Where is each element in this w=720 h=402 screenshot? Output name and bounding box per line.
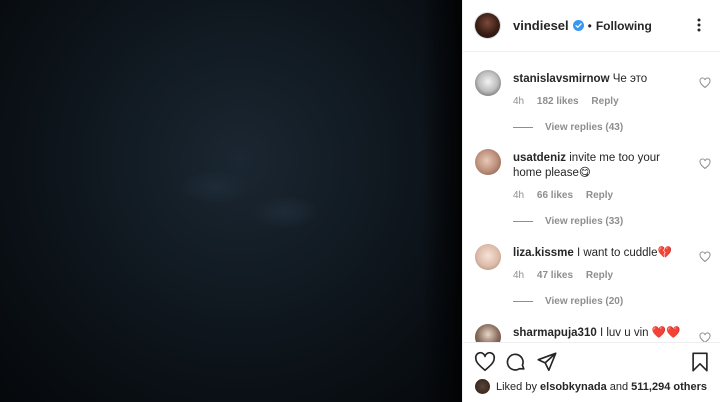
like-comment-heart-icon[interactable] — [699, 77, 711, 89]
post-image[interactable] — [0, 0, 462, 402]
reply-button[interactable]: Reply — [591, 96, 618, 107]
reply-button[interactable]: Reply — [586, 270, 613, 281]
commenter-avatar[interactable] — [475, 70, 501, 96]
author-username[interactable]: vindiesel — [513, 18, 569, 33]
comment-item: usatdeniz invite me too your home please… — [475, 149, 711, 229]
comment-text-block: usatdeniz invite me too your home please… — [513, 151, 683, 181]
comment-text-block: stanislavsmirnow Че это — [513, 72, 683, 87]
view-replies-button[interactable]: View replies (43) — [513, 122, 623, 133]
comment-likes[interactable]: 182 likes — [537, 96, 579, 107]
header-separator: • — [587, 18, 592, 33]
liker-avatar — [475, 379, 490, 394]
comment-item: stanislavsmirnow Че это 4h 182 likes Rep… — [475, 70, 711, 140]
comments-list[interactable]: stanislavsmirnow Че это 4h 182 likes Rep… — [463, 53, 720, 342]
comment-text: Че это — [612, 73, 648, 85]
like-comment-heart-icon[interactable] — [699, 251, 711, 263]
like-comment-heart-icon[interactable] — [699, 158, 711, 170]
likes-count[interactable]: 511,294 others — [631, 381, 707, 393]
commenter-avatar[interactable] — [475, 149, 501, 175]
image-shadow — [180, 170, 250, 204]
commenter-username[interactable]: usatdeniz — [513, 152, 566, 164]
liker-username[interactable]: elsobkynada — [540, 381, 607, 393]
post-actions: Liked by elsobkynada and 511,294 others — [463, 342, 720, 402]
comment-meta: 4h 66 likes Reply — [513, 190, 623, 201]
likes-conjunction: and — [609, 380, 629, 393]
post-header: vindiesel • Following — [463, 0, 720, 52]
commenter-username[interactable]: stanislavsmirnow — [513, 73, 610, 85]
likes-summary[interactable]: Liked by elsobkynada and 511,294 others — [475, 379, 707, 394]
comment-meta: 4h 47 likes Reply — [513, 270, 623, 281]
comment-likes[interactable]: 66 likes — [537, 190, 573, 201]
view-replies-button[interactable]: View replies (20) — [513, 296, 623, 307]
comment-time: 4h — [513, 96, 525, 107]
view-replies-button[interactable]: View replies (33) — [513, 216, 623, 227]
author-avatar[interactable] — [475, 13, 500, 38]
likes-prefix: Liked by — [496, 380, 537, 393]
comment-time: 4h — [513, 190, 525, 201]
comment-meta: 4h 182 likes Reply — [513, 96, 629, 107]
view-replies-label: View replies (20) — [545, 296, 624, 307]
comment-text: I luv u vin ❤️❤️ — [599, 327, 681, 339]
replies-divider — [513, 127, 533, 128]
image-edge — [422, 0, 462, 402]
comment-icon[interactable] — [505, 351, 527, 373]
comment-likes[interactable]: 47 likes — [537, 270, 573, 281]
bookmark-icon[interactable] — [689, 351, 711, 373]
post-side-panel: vindiesel • Following stanislavsmirnow Ч… — [462, 0, 720, 402]
comment-text: I want to cuddle💔 — [576, 247, 672, 259]
view-replies-label: View replies (43) — [545, 122, 624, 133]
replies-divider — [513, 301, 533, 302]
like-comment-heart-icon[interactable] — [699, 332, 711, 342]
more-options-icon[interactable] — [691, 17, 707, 33]
comment-time: 4h — [513, 270, 525, 281]
commenter-avatar[interactable] — [475, 244, 501, 270]
view-replies-label: View replies (33) — [545, 216, 624, 227]
comment-item: liza.kissme I want to cuddle💔 4h 47 like… — [475, 244, 711, 314]
commenter-username[interactable]: liza.kissme — [513, 247, 574, 259]
verified-badge-icon — [572, 20, 584, 31]
comment-item: sharmapuja310 I luv u vin ❤️❤️ — [475, 324, 711, 342]
heart-icon[interactable] — [474, 351, 496, 373]
reply-button[interactable]: Reply — [586, 190, 613, 201]
share-icon[interactable] — [536, 351, 558, 373]
replies-divider — [513, 221, 533, 222]
commenter-avatar[interactable] — [475, 324, 501, 342]
following-button[interactable]: Following — [596, 19, 652, 33]
image-shadow — [250, 195, 320, 229]
comment-text-block: liza.kissme I want to cuddle💔 — [513, 246, 683, 261]
comment-text-block: sharmapuja310 I luv u vin ❤️❤️ — [513, 326, 683, 341]
commenter-username[interactable]: sharmapuja310 — [513, 327, 597, 339]
